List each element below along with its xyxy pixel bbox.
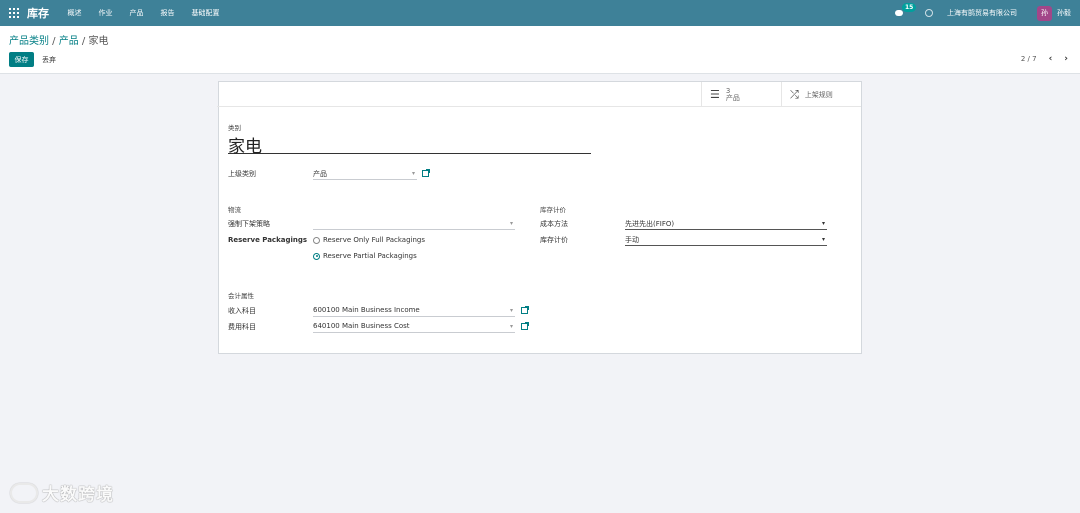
control-panel: 产品类别 / 产品 / 家电 保存 丢弃 2 / 7 ‹ › xyxy=(0,26,1080,74)
income-account-value: 600100 Main Business Income xyxy=(313,306,420,314)
products-smart-label: 产品 xyxy=(725,93,740,102)
caret-down-icon: ▾ xyxy=(821,220,825,227)
breadcrumb-product-categories[interactable]: 产品类别 xyxy=(9,36,49,47)
category-label: 类别 xyxy=(228,124,241,132)
caret-down-icon: ▾ xyxy=(821,236,825,243)
watermark-logo-icon xyxy=(10,482,38,503)
putaway-rules-label: 上架规则 xyxy=(804,90,833,99)
form-sheet: ☰ 3 产品 ⤮ 上架规则 类别 家电 上级类别 产品 ▾ 物流 强制下架策略 … xyxy=(217,81,862,354)
app-title[interactable]: 库存 xyxy=(27,5,49,21)
reserve-packagings-label: Reserve Packagings xyxy=(228,236,308,244)
removal-strategy-label: 强制下架策略 xyxy=(228,220,270,228)
breadcrumb-products[interactable]: 产品 xyxy=(59,36,79,47)
chevron-down-icon: ▾ xyxy=(509,323,513,330)
reserve-full-label: Reserve Only Full Packagings xyxy=(323,236,425,244)
watermark-text: 大数跨境 xyxy=(42,485,114,505)
valuation-header: 库存计价 xyxy=(540,206,566,214)
external-link-icon[interactable] xyxy=(521,322,529,330)
expense-account-field[interactable]: 640100 Main Business Cost ▾ xyxy=(313,322,515,333)
pager-value[interactable]: 2 / 7 xyxy=(1021,55,1037,63)
activity-clock-icon[interactable] xyxy=(925,9,933,17)
chevron-down-icon: ▾ xyxy=(509,307,513,314)
category-name-input[interactable]: 家电 xyxy=(228,132,591,157)
breadcrumb-current: 家电 xyxy=(88,36,109,47)
chevron-down-icon: ▾ xyxy=(411,170,415,177)
menu-item-overview[interactable]: 概述 xyxy=(68,8,82,18)
external-link-icon[interactable] xyxy=(521,306,529,314)
expense-account-value: 640100 Main Business Cost xyxy=(313,322,410,330)
cost-method-label: 成本方法 xyxy=(540,220,568,228)
inventory-valuation-label: 库存计价 xyxy=(540,236,568,244)
breadcrumb-separator: / xyxy=(49,36,59,47)
watermark: 大数跨境 xyxy=(10,480,114,505)
navbar-systray: 15 上海有鹄贸易有限公司 孙 孙毅 xyxy=(895,0,1080,26)
smart-button-bar: ☰ 3 产品 ⤮ 上架规则 xyxy=(217,82,861,107)
inventory-valuation-value: 手动 xyxy=(625,236,639,244)
top-navbar: 库存 概述 作业 产品 报告 基础配置 15 上海有鹄贸易有限公司 孙 孙毅 xyxy=(0,0,1080,26)
removal-strategy-field[interactable]: ▾ xyxy=(313,219,515,230)
reserve-full-radio[interactable]: Reserve Only Full Packagings xyxy=(313,236,425,244)
income-account-label: 收入科目 xyxy=(228,307,256,315)
pager-next-icon[interactable]: › xyxy=(1064,54,1068,64)
company-switcher[interactable]: 上海有鹄贸易有限公司 xyxy=(947,8,1017,18)
radio-off-icon xyxy=(313,236,320,244)
discard-button[interactable]: 丢弃 xyxy=(42,52,56,67)
pager: 2 / 7 ‹ › xyxy=(1021,54,1068,64)
reserve-partial-label: Reserve Partial Packagings xyxy=(323,252,417,260)
menu-item-products[interactable]: 产品 xyxy=(130,8,144,18)
cost-method-value: 先进先出(FIFO) xyxy=(625,220,675,228)
user-menu[interactable]: 孙毅 xyxy=(1057,8,1071,18)
pager-previous-icon[interactable]: ‹ xyxy=(1049,54,1053,64)
messages-icon[interactable]: 15 xyxy=(895,3,917,17)
radio-on-icon xyxy=(313,252,320,260)
logistics-header: 物流 xyxy=(228,206,241,214)
products-smart-button[interactable]: ☰ 3 产品 xyxy=(701,82,781,107)
income-account-field[interactable]: 600100 Main Business Income ▾ xyxy=(313,306,515,317)
accounting-header: 会计属性 xyxy=(228,292,254,300)
menu-item-reporting[interactable]: 报告 xyxy=(161,8,175,18)
list-icon: ☰ xyxy=(710,88,720,101)
breadcrumb-separator: / xyxy=(78,36,89,47)
main-menu: 概述 作业 产品 报告 基础配置 xyxy=(59,8,228,18)
external-link-icon[interactable] xyxy=(422,169,430,177)
chevron-down-icon: ▾ xyxy=(509,220,513,227)
user-avatar[interactable]: 孙 xyxy=(1037,5,1052,21)
shuffle-icon: ⤮ xyxy=(790,87,799,101)
menu-item-operations[interactable]: 作业 xyxy=(99,8,113,18)
apps-menu-icon[interactable] xyxy=(9,8,19,18)
putaway-rules-smart-button[interactable]: ⤮ 上架规则 xyxy=(781,82,861,107)
parent-category-label: 上级类别 xyxy=(228,170,256,178)
breadcrumb: 产品类别 / 产品 / 家电 xyxy=(9,32,108,47)
reserve-partial-radio[interactable]: Reserve Partial Packagings xyxy=(313,252,417,260)
menu-item-configuration[interactable]: 基础配置 xyxy=(192,8,220,18)
parent-category-value: 产品 xyxy=(313,170,327,178)
cost-method-select[interactable]: 先进先出(FIFO) ▾ xyxy=(625,219,827,230)
inventory-valuation-select[interactable]: 手动 ▾ xyxy=(625,235,827,246)
messages-badge: 15 xyxy=(902,3,917,12)
save-button[interactable]: 保存 xyxy=(9,52,34,67)
expense-account-label: 费用科目 xyxy=(228,323,256,331)
parent-category-field[interactable]: 产品 ▾ xyxy=(313,169,417,180)
